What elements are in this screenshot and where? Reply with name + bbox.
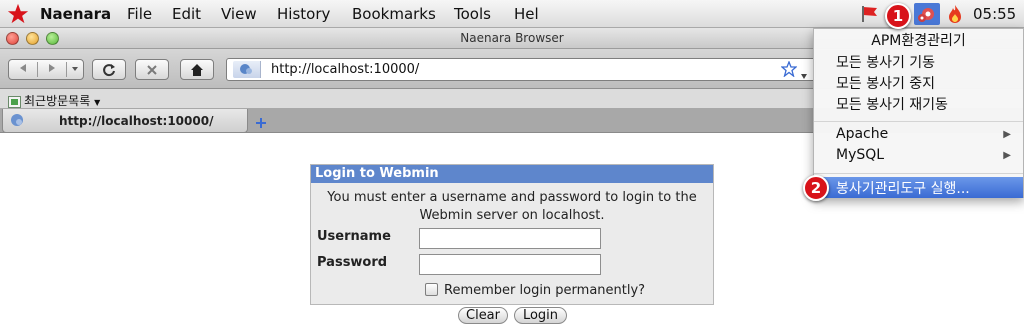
menu-separator	[814, 173, 1023, 174]
password-label: Password	[317, 255, 388, 270]
login-message-line2: Webmin server on localhost.	[419, 208, 605, 223]
menu-mysql[interactable]: MySQL ▶	[814, 146, 1023, 167]
history-dropdown-button[interactable]	[67, 62, 83, 77]
recent-history-label: 최근방문목록	[24, 94, 91, 108]
address-bar[interactable]: http://localhost:10000/	[226, 58, 816, 81]
apache-label: Apache	[836, 126, 889, 142]
menu-bar: Naenara File Edit View History Bookmarks…	[0, 0, 1024, 28]
menu-stop-all-servers[interactable]: 모든 봉사기 중지	[814, 72, 1023, 93]
menu-view[interactable]: View	[221, 5, 257, 23]
app-menu[interactable]: Naenara	[40, 5, 111, 23]
back-forward-group	[8, 59, 84, 80]
tab-label: http://localhost:10000/	[59, 114, 214, 128]
home-button[interactable]	[180, 59, 214, 80]
password-input[interactable]	[419, 254, 601, 275]
menu-restart-all-servers[interactable]: 모든 봉사기 재기동	[814, 93, 1023, 114]
menu-edit[interactable]: Edit	[172, 5, 201, 23]
stop-all-servers-label: 모든 봉사기 중지	[836, 76, 936, 92]
remember-login-checkbox[interactable]	[425, 283, 438, 296]
apm-manager-tray-icon[interactable]	[914, 3, 940, 25]
remember-login-label[interactable]: Remember login permanently?	[444, 283, 645, 298]
login-heading: Login to Webmin	[311, 165, 713, 183]
folder-dropdown-icon: ▼	[94, 98, 101, 107]
login-message-line1: You must enter a username and password t…	[327, 190, 697, 205]
tab-localhost[interactable]: http://localhost:10000/	[2, 109, 248, 133]
reload-button[interactable]	[92, 59, 126, 80]
menu-bookmarks[interactable]: Bookmarks	[352, 5, 436, 23]
menu-start-all-servers[interactable]: 모든 봉사기 기동	[814, 51, 1023, 72]
restart-all-servers-label: 모든 봉사기 재기동	[836, 97, 948, 113]
launch-server-manager-label: 봉사기관리도구 실행...	[836, 181, 970, 197]
reload-icon	[103, 63, 115, 76]
submenu-arrow-icon: ▶	[1003, 129, 1011, 140]
flag-icon[interactable]	[861, 5, 879, 27]
mysql-label: MySQL	[836, 147, 885, 163]
apm-manager-menu: APM환경관리기 모든 봉사기 기동 모든 봉사기 중지 모든 봉사기 재기동 …	[813, 28, 1024, 198]
menubar-clock[interactable]: 05:55	[973, 5, 1016, 23]
menu-launch-server-manager[interactable]: 봉사기관리도구 실행...	[814, 177, 1023, 198]
menu-tools[interactable]: Tools	[454, 5, 491, 23]
clear-button[interactable]: Clear	[458, 307, 508, 324]
apm-menu-title-text: APM환경관리기	[871, 33, 966, 49]
menu-file[interactable]: File	[127, 5, 152, 23]
fire-icon[interactable]	[946, 4, 964, 28]
tab-favicon-icon	[9, 112, 25, 132]
stop-button[interactable]	[135, 59, 169, 80]
home-icon	[191, 63, 203, 76]
bookmark-star-icon[interactable]	[780, 60, 798, 81]
login-message: You must enter a username and password t…	[311, 189, 713, 225]
new-tab-plus-icon[interactable]	[255, 114, 267, 133]
username-label: Username	[317, 229, 391, 244]
webmin-login-panel: Login to Webmin You must enter a usernam…	[310, 164, 714, 305]
star-logo-icon[interactable]	[7, 3, 29, 29]
site-identity-icon[interactable]	[233, 61, 261, 78]
menu-apache[interactable]: Apache ▶	[814, 125, 1023, 146]
recent-history-folder[interactable]: 최근방문목록 ▼	[24, 92, 100, 109]
forward-button[interactable]	[38, 62, 67, 77]
menu-separator	[814, 121, 1023, 122]
stop-icon	[147, 64, 157, 75]
username-input[interactable]	[419, 228, 601, 249]
menu-history[interactable]: History	[277, 5, 330, 23]
login-button[interactable]: Login	[514, 307, 567, 324]
step-badge-2: 2	[803, 175, 829, 201]
apm-menu-title: APM환경관리기	[814, 29, 1023, 50]
url-dropdown-icon[interactable]	[800, 66, 808, 85]
start-all-servers-label: 모든 봉사기 기동	[836, 55, 936, 71]
url-text[interactable]: http://localhost:10000/	[271, 62, 419, 77]
menu-help[interactable]: Hel	[514, 5, 539, 23]
back-button[interactable]	[9, 62, 38, 77]
step-badge-1: 1	[885, 3, 911, 29]
submenu-arrow-icon: ▶	[1003, 150, 1011, 161]
